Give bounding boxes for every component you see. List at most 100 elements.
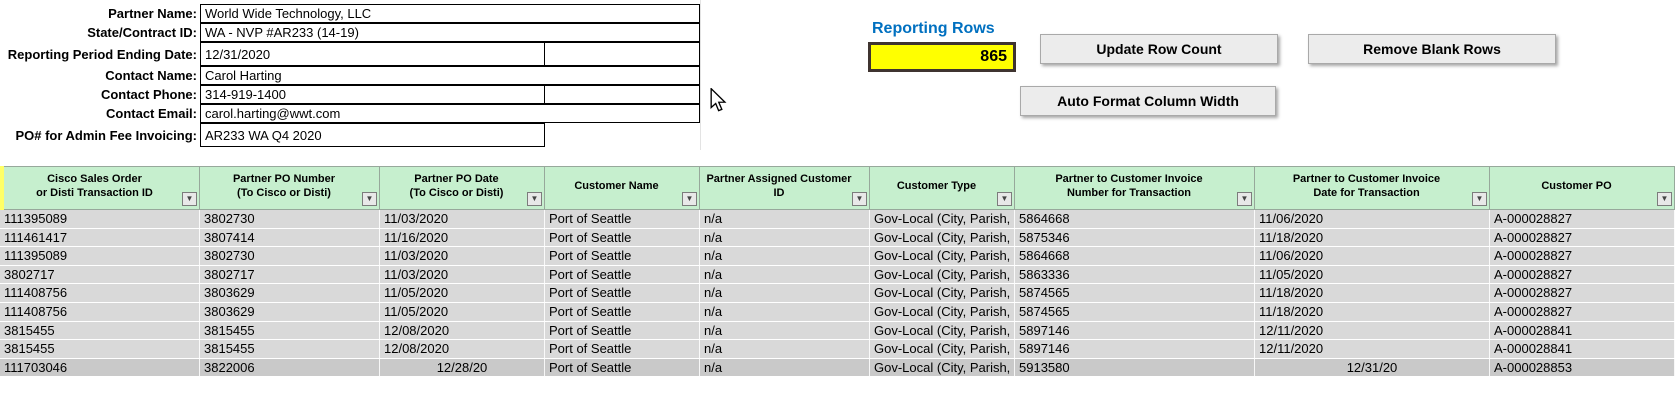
table-cell[interactable]: 5864668 (1015, 247, 1255, 265)
table-cell[interactable]: 3802730 (200, 210, 380, 228)
table-cell[interactable]: 3815455 (200, 340, 380, 358)
table-cell[interactable]: A-000028827 (1490, 302, 1675, 321)
filter-dropdown-icon[interactable]: ▼ (852, 192, 867, 206)
table-cell[interactable]: 5864668 (1015, 210, 1255, 228)
table-cell[interactable]: 5874565 (1015, 284, 1255, 302)
table-cell[interactable]: A-000028827 (1490, 210, 1675, 228)
table-cell[interactable]: 11/06/2020 (1255, 247, 1490, 265)
table-cell[interactable]: 12/08/2020 (380, 340, 545, 358)
table-cell[interactable]: n/a (700, 358, 870, 377)
filter-dropdown-icon[interactable]: ▼ (997, 192, 1012, 206)
table-cell[interactable]: n/a (700, 210, 870, 228)
filter-dropdown-icon[interactable]: ▼ (362, 192, 377, 206)
table-cell[interactable]: 5863336 (1015, 265, 1255, 284)
form-field-value[interactable]: AR233 WA Q4 2020 (200, 123, 545, 147)
table-cell[interactable]: 5913580 (1015, 358, 1255, 377)
table-cell[interactable]: Gov-Local (City, Parish, (870, 302, 1015, 321)
table-cell[interactable]: 3803629 (200, 284, 380, 302)
table-cell[interactable]: n/a (700, 247, 870, 265)
filter-dropdown-icon[interactable]: ▼ (527, 192, 542, 206)
table-cell[interactable]: 5874565 (1015, 302, 1255, 321)
table-cell[interactable]: 3815455 (200, 321, 380, 340)
table-cell[interactable]: n/a (700, 228, 870, 247)
table-cell[interactable]: 11/05/2020 (380, 284, 545, 302)
empty-form-cell[interactable] (545, 42, 700, 66)
table-cell[interactable]: Gov-Local (City, Parish, (870, 358, 1015, 377)
remove-blank-rows-button[interactable]: Remove Blank Rows (1308, 34, 1556, 64)
table-cell[interactable]: Gov-Local (City, Parish, (870, 210, 1015, 228)
table-cell[interactable]: A-000028827 (1490, 265, 1675, 284)
table-cell[interactable]: n/a (700, 302, 870, 321)
table-cell[interactable]: Gov-Local (City, Parish, (870, 321, 1015, 340)
table-cell[interactable]: 12/28/20 (380, 358, 545, 377)
filter-dropdown-icon[interactable]: ▼ (1237, 192, 1252, 206)
filter-dropdown-icon[interactable]: ▼ (1657, 192, 1672, 206)
table-cell[interactable]: 11/05/2020 (380, 302, 545, 321)
filter-dropdown-icon[interactable]: ▼ (182, 192, 197, 206)
table-cell[interactable]: A-000028827 (1490, 247, 1675, 265)
form-field-value[interactable]: carol.harting@wwt.com (200, 104, 700, 123)
table-cell[interactable]: 3822006 (200, 358, 380, 377)
table-cell[interactable]: 11/18/2020 (1255, 228, 1490, 247)
table-cell[interactable]: 3802717 (200, 265, 380, 284)
table-cell[interactable]: A-000028841 (1490, 321, 1675, 340)
form-field-value[interactable]: 314-919-1400 (200, 85, 545, 104)
table-cell[interactable]: A-000028841 (1490, 340, 1675, 358)
form-field-value[interactable]: WA - NVP #AR233 (14-19) (200, 23, 700, 42)
table-cell[interactable]: Port of Seattle (545, 265, 700, 284)
table-cell[interactable]: 11/05/2020 (1255, 265, 1490, 284)
table-cell[interactable]: 11/06/2020 (1255, 210, 1490, 228)
table-cell[interactable]: 5897146 (1015, 321, 1255, 340)
sort-filter-dropdown-icon[interactable]: ▼ (682, 192, 697, 206)
table-cell[interactable]: n/a (700, 321, 870, 340)
filter-dropdown-icon[interactable]: ▼ (1472, 192, 1487, 206)
form-field-value[interactable]: World Wide Technology, LLC (200, 4, 700, 23)
table-cell[interactable]: 11/18/2020 (1255, 284, 1490, 302)
table-cell[interactable]: A-000028827 (1490, 228, 1675, 247)
table-cell[interactable]: Gov-Local (City, Parish, (870, 340, 1015, 358)
table-cell[interactable]: n/a (700, 340, 870, 358)
table-cell[interactable]: 11/16/2020 (380, 228, 545, 247)
table-cell[interactable]: 12/31/20 (1255, 358, 1490, 377)
table-cell[interactable]: 12/08/2020 (380, 321, 545, 340)
table-cell[interactable]: n/a (700, 265, 870, 284)
table-cell[interactable]: Gov-Local (City, Parish, (870, 247, 1015, 265)
form-field-value[interactable]: 12/31/2020 (200, 42, 545, 66)
table-cell[interactable]: 3802730 (200, 247, 380, 265)
table-cell[interactable]: 12/11/2020 (1255, 340, 1490, 358)
table-cell[interactable]: Port of Seattle (545, 302, 700, 321)
table-cell[interactable]: 12/11/2020 (1255, 321, 1490, 340)
reporting-rows-count-cell[interactable]: 865 (868, 42, 1016, 72)
table-cell[interactable]: Port of Seattle (545, 284, 700, 302)
table-cell[interactable]: 3802717 (0, 265, 200, 284)
table-cell[interactable]: Gov-Local (City, Parish, (870, 265, 1015, 284)
table-cell[interactable]: 11/03/2020 (380, 210, 545, 228)
table-cell[interactable]: Gov-Local (City, Parish, (870, 284, 1015, 302)
table-cell[interactable]: Port of Seattle (545, 321, 700, 340)
table-cell[interactable]: 111408756 (0, 302, 200, 321)
table-cell[interactable]: n/a (700, 284, 870, 302)
table-cell[interactable]: 11/18/2020 (1255, 302, 1490, 321)
table-cell[interactable]: 111703046 (0, 358, 200, 377)
table-cell[interactable]: Port of Seattle (545, 358, 700, 377)
table-cell[interactable]: Port of Seattle (545, 228, 700, 247)
table-cell[interactable]: 11/03/2020 (380, 247, 545, 265)
table-cell[interactable]: 3815455 (0, 340, 200, 358)
table-cell[interactable]: 111395089 (0, 247, 200, 265)
auto-format-column-width-button[interactable]: Auto Format Column Width (1020, 86, 1276, 116)
table-cell[interactable]: 111461417 (0, 228, 200, 247)
table-cell[interactable]: 5875346 (1015, 228, 1255, 247)
table-cell[interactable]: A-000028827 (1490, 284, 1675, 302)
empty-form-cell[interactable] (545, 85, 700, 104)
table-cell[interactable]: Port of Seattle (545, 247, 700, 265)
table-cell[interactable]: Gov-Local (City, Parish, (870, 228, 1015, 247)
table-cell[interactable]: 3815455 (0, 321, 200, 340)
table-cell[interactable]: Port of Seattle (545, 210, 700, 228)
table-cell[interactable]: 3807414 (200, 228, 380, 247)
table-cell[interactable]: 11/03/2020 (380, 265, 545, 284)
table-cell[interactable]: A-000028853 (1490, 358, 1675, 377)
table-cell[interactable]: 111395089 (0, 210, 200, 228)
table-cell[interactable]: Port of Seattle (545, 340, 700, 358)
table-cell[interactable]: 3803629 (200, 302, 380, 321)
table-cell[interactable]: 111408756 (0, 284, 200, 302)
